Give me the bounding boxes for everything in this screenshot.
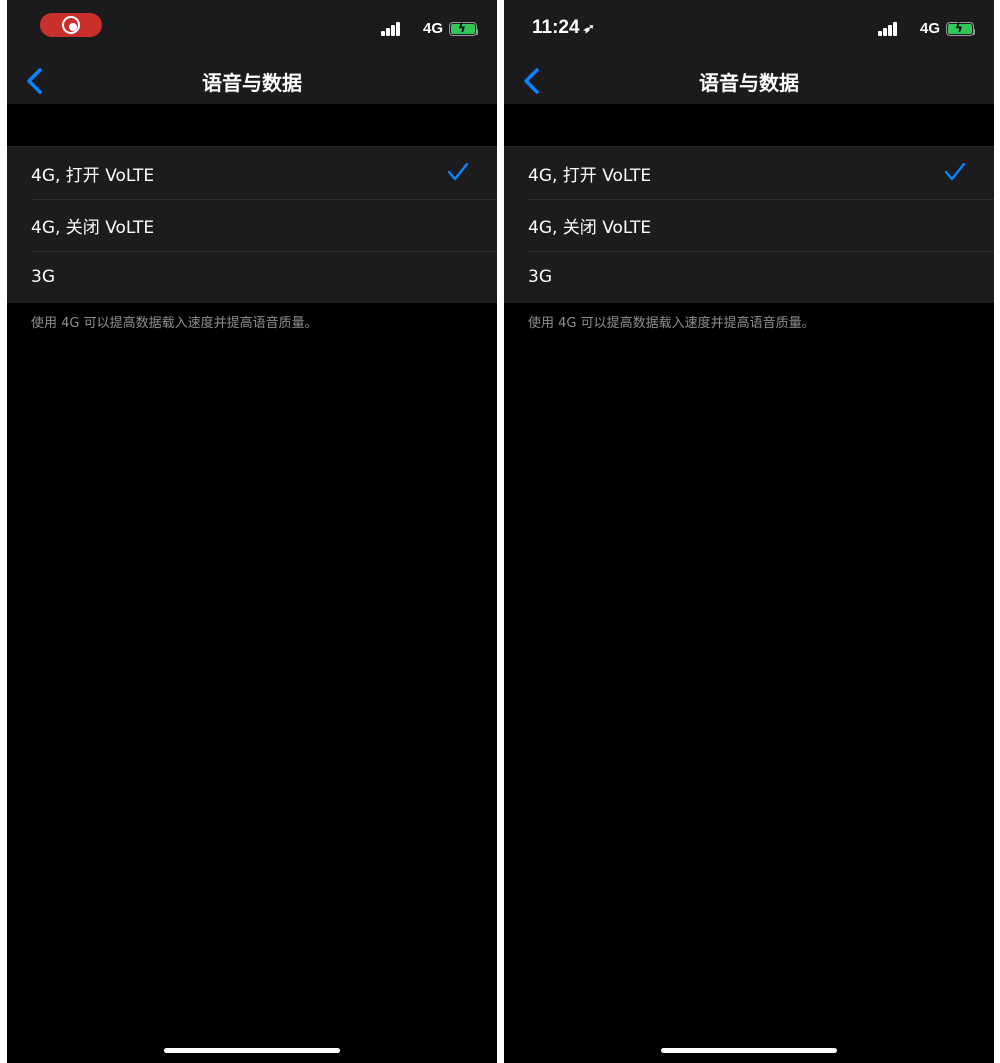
checkmark-icon [447,162,469,181]
option-4g-volte-off[interactable]: 4G, 关闭 VoLTE [7,199,497,251]
phone-screen-left: 4G ϟ 语音与数据 4G, 打开 VoLTE 4G, 关闭 VoLTE 3G … [7,0,497,1063]
option-3g[interactable]: 3G [504,251,994,303]
record-icon [62,16,80,34]
status-bar: 4G ϟ [7,0,497,60]
option-4g-volte-on[interactable]: 4G, 打开 VoLTE [504,147,994,199]
home-indicator[interactable] [661,1048,837,1053]
voice-data-options: 4G, 打开 VoLTE 4G, 关闭 VoLTE 3G [7,146,497,303]
option-4g-volte-off[interactable]: 4G, 关闭 VoLTE [504,199,994,251]
home-indicator[interactable] [164,1048,340,1053]
voice-data-options: 4G, 打开 VoLTE 4G, 关闭 VoLTE 3G [504,146,994,303]
cellular-signal-icon [878,22,898,36]
location-arrow-icon: ➶ [581,19,596,37]
battery-charging-icon: ϟ [449,21,478,36]
option-label: 4G, 关闭 VoLTE [31,217,155,238]
page-title: 语音与数据 [699,71,799,95]
status-bar: 11:24 ➶ 4G ϟ [504,0,994,60]
cellular-signal-icon [381,22,401,36]
clock: 11:24 ➶ [532,17,596,39]
navigation-bar: 语音与数据 [7,60,497,104]
option-label: 4G, 打开 VoLTE [31,165,155,186]
option-4g-volte-on[interactable]: 4G, 打开 VoLTE [7,147,497,199]
screen-recording-indicator[interactable] [40,13,102,37]
page-title: 语音与数据 [202,71,302,95]
option-label: 3G [528,267,552,287]
section-footer-note: 使用 4G 可以提高数据载入速度并提高语音质量。 [31,316,318,331]
battery-charging-icon: ϟ [946,21,975,36]
option-label: 4G, 打开 VoLTE [528,165,652,186]
section-footer-note: 使用 4G 可以提高数据载入速度并提高语音质量。 [528,316,815,331]
navigation-bar: 语音与数据 [504,60,994,104]
checkmark-icon [944,162,966,181]
network-type: 4G [422,20,443,37]
option-label: 3G [31,267,55,287]
phone-screen-right: 11:24 ➶ 4G ϟ 语音与数据 4G, 打开 VoLTE 4G, 关闭 V… [504,0,994,1063]
option-3g[interactable]: 3G [7,251,497,303]
network-type: 4G [919,20,940,37]
option-label: 4G, 关闭 VoLTE [528,217,652,238]
clock-time: 11:24 [532,17,580,38]
